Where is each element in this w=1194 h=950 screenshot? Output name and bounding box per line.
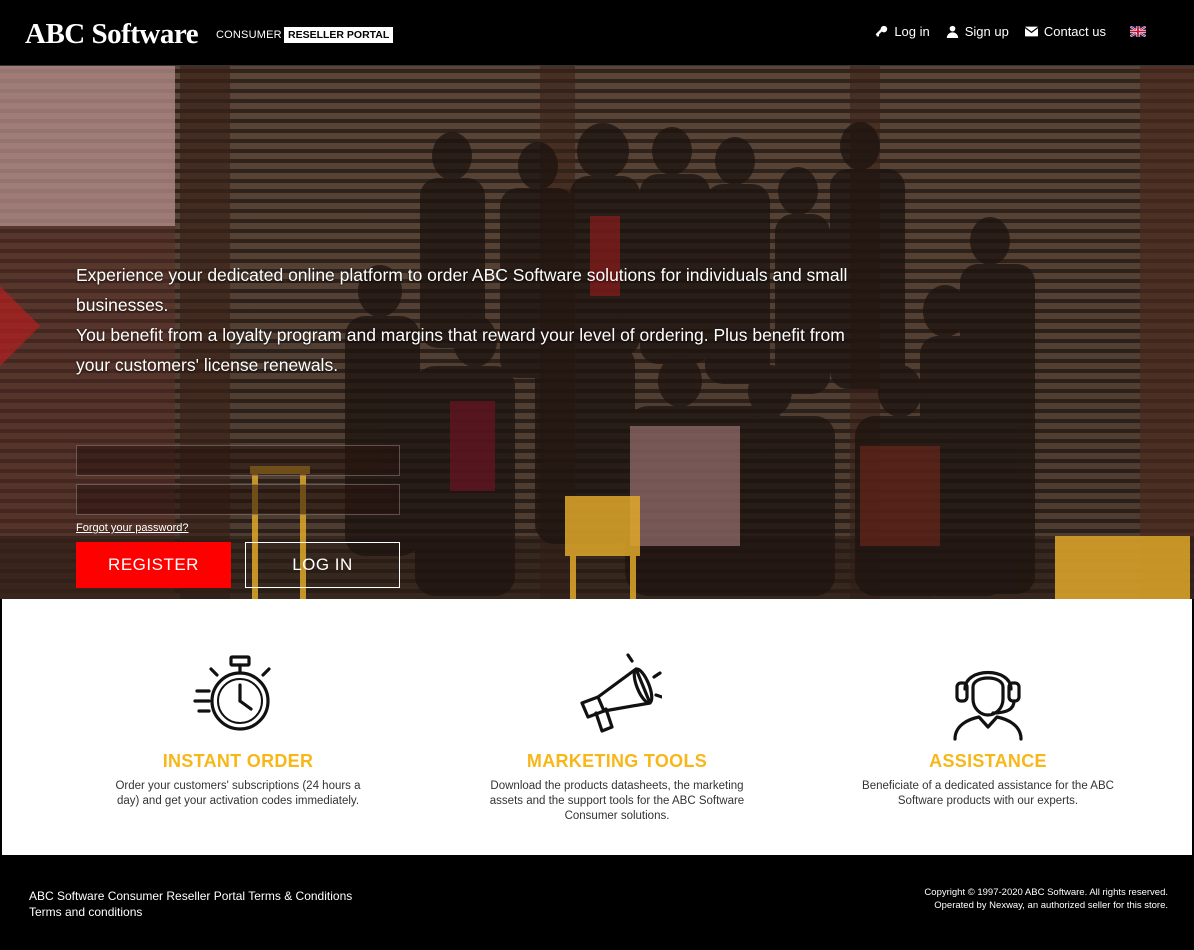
megaphone-icon	[580, 653, 662, 733]
hero-section: Experience your dedicated online platfor…	[0, 66, 1194, 599]
footer-copyright: Copyright © 1997-2020 ABC Software. All …	[924, 886, 1168, 912]
feature-description: Order your customers' subscriptions (24 …	[115, 780, 361, 807]
headset-agent-icon	[953, 670, 1023, 741]
forgot-password-link[interactable]: Forgot your password?	[76, 522, 189, 534]
nav-login-link[interactable]: Log in	[875, 24, 930, 39]
envelope-icon	[1024, 26, 1038, 37]
site-footer: ABC Software Consumer Reseller Portal Te…	[0, 855, 1194, 950]
login-button[interactable]: LOG IN	[245, 542, 400, 588]
feature-assistance: ASSISTANCE Beneficiate of a dedicated as…	[833, 599, 1143, 809]
user-icon	[946, 25, 958, 38]
password-input[interactable]	[76, 484, 400, 515]
nav-contact-label: Contact us	[1043, 24, 1106, 39]
hero-text-line1: Experience your dedicated online platfor…	[76, 265, 848, 315]
nav-login-label: Log in	[894, 24, 930, 39]
copyright-text: Copyright © 1997-2020 ABC Software. All …	[924, 887, 1168, 898]
nav-contact-link[interactable]: Contact us	[1024, 24, 1106, 39]
feature-description: Download the products datasheets, the ma…	[489, 780, 745, 822]
brand-subtitle: CONSUMER	[216, 29, 282, 41]
feature-title: INSTANT ORDER	[162, 751, 314, 771]
key-icon	[875, 25, 888, 37]
footer-links: ABC Software Consumer Reseller Portal Te…	[29, 888, 352, 920]
feature-title: MARKETING TOOLS	[526, 751, 708, 771]
username-input[interactable]	[76, 445, 400, 476]
footer-terms-link[interactable]: Terms and conditions	[29, 904, 352, 920]
stopwatch-icon	[193, 655, 271, 731]
feature-description: Beneficiate of a dedicated assistance fo…	[862, 780, 1114, 807]
features-section: INSTANT ORDER Order your customers' subs…	[2, 599, 1192, 855]
nav-signup-label: Sign up	[964, 24, 1009, 39]
uk-flag-icon[interactable]	[1130, 26, 1146, 37]
feature-title: ASSISTANCE	[929, 751, 1047, 771]
feature-marketing-tools: MARKETING TOOLS Download the products da…	[462, 599, 772, 824]
brand-logo[interactable]: ABC Software	[25, 18, 199, 51]
hero-text-line2: You benefit from a loyalty program and m…	[76, 325, 845, 375]
top-nav: Log in Sign up Contact us	[875, 24, 1146, 39]
site-header: ABC Software CONSUMER RESELLER PORTAL Lo…	[0, 0, 1194, 66]
operated-by-text: Operated by Nexway, an authorized seller…	[934, 900, 1168, 911]
register-button[interactable]: REGISTER	[76, 542, 231, 588]
nav-signup-link[interactable]: Sign up	[946, 24, 1009, 39]
feature-instant-order: INSTANT ORDER Order your customers' subs…	[83, 599, 393, 809]
brand-badge: RESELLER PORTAL	[284, 27, 394, 43]
footer-portal-terms-link[interactable]: ABC Software Consumer Reseller Portal Te…	[29, 888, 352, 904]
hero-description: Experience your dedicated online platfor…	[76, 260, 876, 380]
